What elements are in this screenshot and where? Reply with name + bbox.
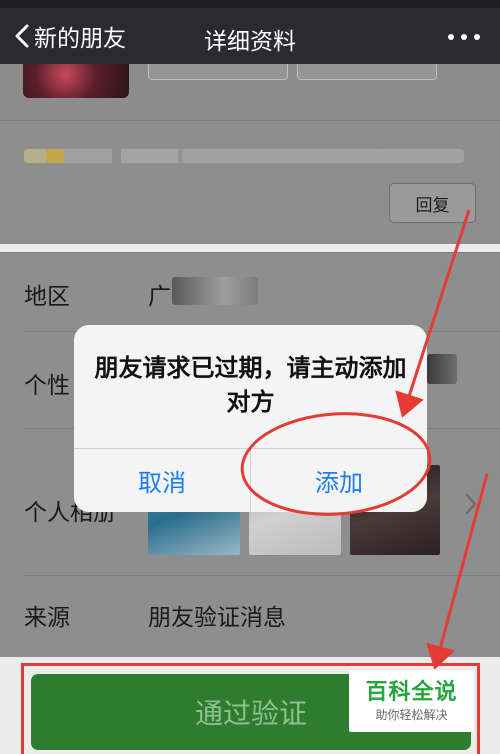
avatar[interactable] [23,64,129,98]
source-row: 来源 朋友验证消息 [0,576,500,658]
source-value: 朋友验证消息 [148,605,286,631]
back-button[interactable]: 新的朋友 [14,18,126,54]
watermark-logo: 百科全说 助你轻松解决 [349,670,474,732]
status-bar [0,0,500,8]
profile-action-button-right[interactable] [297,64,437,80]
profile-action-button-left[interactable] [148,64,288,80]
reply-button[interactable]: 回复 [389,183,476,223]
region-value: 广 [148,284,171,310]
watermark-subtitle: 助你轻松解决 [375,708,448,722]
add-button[interactable]: 添加 [250,449,427,512]
signature-label: 个性 [24,373,70,399]
profile-header [0,64,500,120]
expired-request-dialog: 朋友请求已过期，请主动添加对方 取消 添加 [74,325,427,512]
chevron-left-icon [15,24,29,48]
cancel-button[interactable]: 取消 [74,449,250,512]
blurred-signature-text [427,354,457,384]
back-label: 新的朋友 [34,26,126,52]
verification-message-section: 回复 [0,120,500,244]
dialog-message: 朋友请求已过期，请主动添加对方 [94,354,407,416]
nav-bar: 新的朋友 详细资料 [0,8,500,64]
region-row: 地区 广 [0,253,500,332]
chevron-right-icon [465,493,477,515]
blurred-message-text [24,149,464,163]
watermark-title: 百科全说 [365,680,458,705]
region-label: 地区 [24,284,70,310]
blurred-region-text [172,277,258,305]
dialog-actions: 取消 添加 [74,448,427,512]
more-icon[interactable] [448,34,480,40]
source-label: 来源 [24,605,70,631]
